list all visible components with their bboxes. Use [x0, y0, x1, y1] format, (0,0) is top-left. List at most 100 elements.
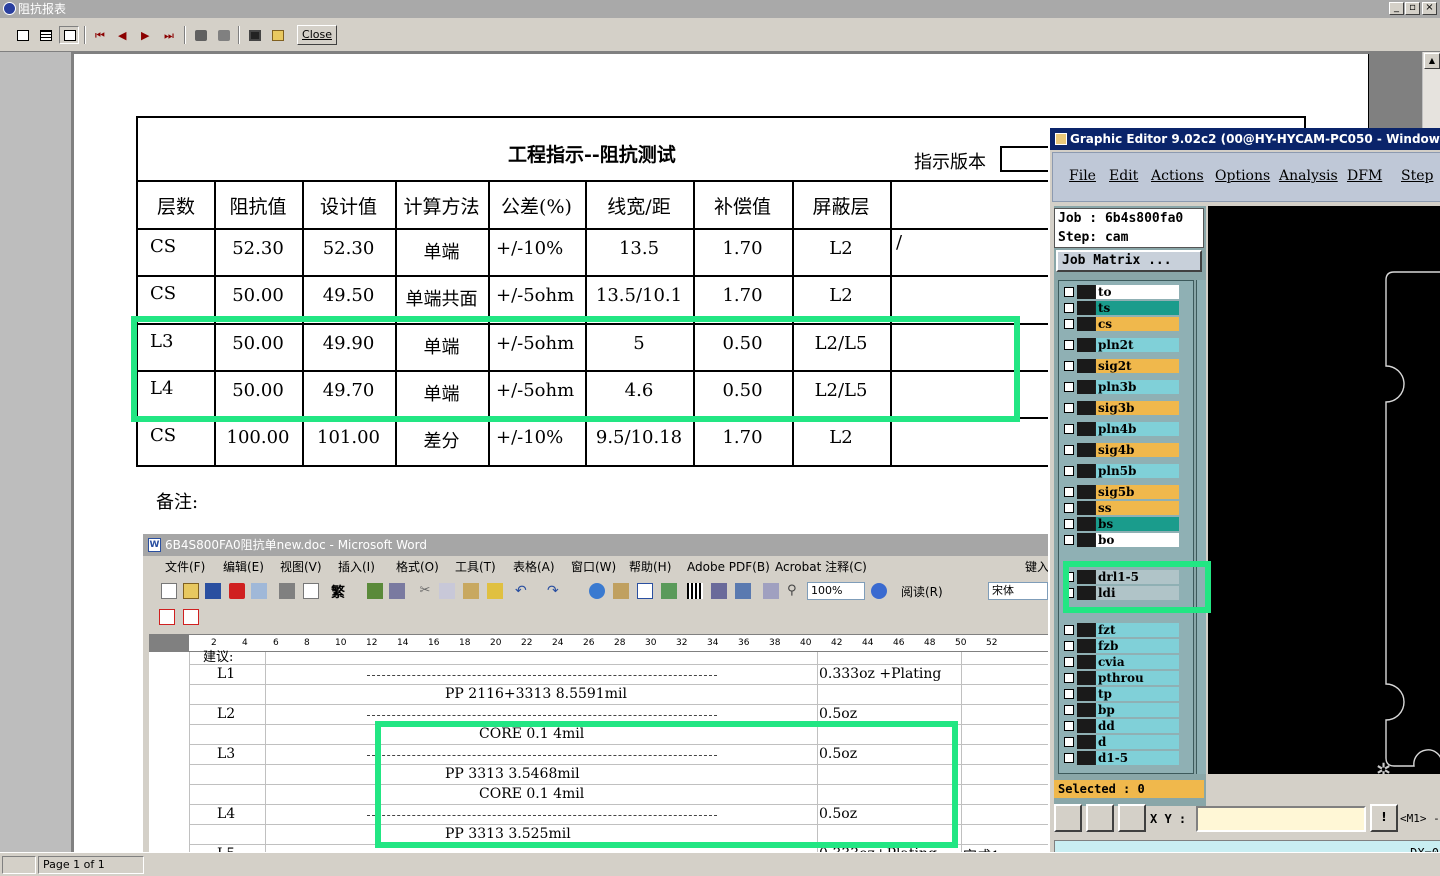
layer-checkbox[interactable]	[1064, 689, 1074, 699]
layer-checkbox[interactable]	[1064, 445, 1074, 455]
layer-checkbox[interactable]	[1064, 303, 1074, 313]
font-select[interactable]: 宋体	[988, 582, 1048, 600]
layer-checkbox[interactable]	[1064, 466, 1074, 476]
prev-page-button[interactable]: ◀	[113, 26, 133, 44]
layer-checkbox[interactable]	[1064, 753, 1074, 763]
layer-row[interactable]: fzt	[1061, 623, 1181, 637]
layer-checkbox[interactable]	[1064, 625, 1074, 635]
layer-row[interactable]: to	[1061, 285, 1181, 299]
layer-row[interactable]: sig3b	[1061, 401, 1181, 415]
grid-icon[interactable]	[1118, 804, 1146, 832]
layer-row[interactable]: d1-5	[1061, 751, 1181, 765]
measure-icon[interactable]	[1086, 804, 1114, 832]
xy-input[interactable]	[1196, 806, 1366, 832]
editor-menu-item[interactable]: Options	[1215, 168, 1270, 184]
word-menu-item[interactable]: 工具(T)	[455, 556, 496, 578]
layer-row[interactable]: pln2t	[1061, 338, 1181, 352]
layer-list-scrollbar[interactable]	[1196, 280, 1206, 774]
layer-row[interactable]: pln3b	[1061, 380, 1181, 394]
word-menu-item[interactable]: Adobe PDF(B)	[687, 556, 770, 578]
print-setup-button[interactable]	[190, 26, 210, 44]
layer-checkbox[interactable]	[1064, 382, 1074, 392]
show-hide-icon[interactable]	[763, 583, 779, 599]
paste-icon[interactable]	[463, 583, 479, 599]
layer-row[interactable]: sig5b	[1061, 485, 1181, 499]
insert-excel-icon[interactable]	[661, 583, 677, 599]
help-icon[interactable]	[871, 583, 887, 599]
redo-icon[interactable]: ↷	[547, 583, 563, 599]
print-button[interactable]	[213, 26, 233, 44]
layer-row[interactable]: bp	[1061, 703, 1181, 717]
layer-checkbox[interactable]	[1064, 641, 1074, 651]
layer-checkbox[interactable]	[1064, 287, 1074, 297]
hyperlink-icon[interactable]	[589, 583, 605, 599]
layer-row[interactable]: pln5b	[1061, 464, 1181, 478]
word-menu-item[interactable]: 文件(F)	[165, 556, 205, 578]
drawing-icon[interactable]	[711, 583, 727, 599]
pin-icon[interactable]: ⚲	[787, 583, 803, 599]
word-menu-item[interactable]: Acrobat 注释(C)	[775, 556, 867, 578]
word-menu-item[interactable]: 键入	[1025, 556, 1049, 578]
layer-checkbox[interactable]	[1064, 657, 1074, 667]
word-menu-item[interactable]: 插入(I)	[338, 556, 375, 578]
convert-pdf-icon[interactable]	[159, 609, 175, 625]
layer-row[interactable]: cvia	[1061, 655, 1181, 669]
layer-row[interactable]: pln4b	[1061, 422, 1181, 436]
zoom-100-button[interactable]	[59, 26, 79, 44]
tables-borders-icon[interactable]	[613, 583, 629, 599]
research-icon[interactable]	[389, 583, 405, 599]
save-icon[interactable]	[205, 583, 221, 599]
first-page-button[interactable]: ⏮	[90, 26, 110, 44]
layer-checkbox[interactable]	[1064, 503, 1074, 513]
convert-pdf-email-icon[interactable]	[183, 609, 199, 625]
layer-checkbox[interactable]	[1064, 519, 1074, 529]
page-width-button[interactable]	[35, 26, 55, 44]
layer-row[interactable]: sig4b	[1061, 443, 1181, 457]
word-menu-item[interactable]: 帮助(H)	[629, 556, 671, 578]
cut-icon[interactable]: ✂	[417, 583, 433, 599]
whole-page-button[interactable]	[12, 26, 32, 44]
print-icon[interactable]	[279, 583, 295, 599]
layer-checkbox[interactable]	[1064, 487, 1074, 497]
read-mode-button[interactable]: 阅读(R)	[901, 583, 943, 600]
layer-row[interactable]: dd	[1061, 719, 1181, 733]
layer-row[interactable]: tp	[1061, 687, 1181, 701]
columns-icon[interactable]	[687, 583, 703, 599]
layer-checkbox[interactable]	[1064, 340, 1074, 350]
zoom-select[interactable]: 100%	[807, 582, 865, 600]
pdf-icon[interactable]	[229, 583, 245, 599]
spelling-icon[interactable]	[367, 583, 383, 599]
open-button[interactable]	[267, 26, 287, 44]
editor-canvas[interactable]: ✲	[1208, 206, 1440, 774]
editor-menu-item[interactable]: Actions	[1151, 168, 1204, 184]
close-window-button[interactable]: ×	[1422, 2, 1437, 15]
editor-menu-item[interactable]: Step	[1401, 168, 1433, 184]
editor-menu-item[interactable]: Analysis	[1279, 168, 1338, 184]
new-doc-icon[interactable]	[161, 583, 177, 599]
alert-icon[interactable]: !	[1370, 804, 1398, 832]
layer-row[interactable]: fzb	[1061, 639, 1181, 653]
word-ruler[interactable]: 2 4 6 8 10 12 14 16 18 20 22 24 26 28 30 32 34 36 38 40 42 44…	[149, 634, 1049, 652]
next-page-button[interactable]: ▶	[136, 26, 156, 44]
document-map-icon[interactable]	[735, 583, 751, 599]
layer-row[interactable]: ts	[1061, 301, 1181, 315]
format-painter-icon[interactable]	[487, 583, 503, 599]
editor-menu-item[interactable]: DFM	[1347, 168, 1382, 184]
open-folder-icon[interactable]	[183, 583, 199, 599]
layer-checkbox[interactable]	[1064, 361, 1074, 371]
traditional-chinese-button[interactable]: 繁	[331, 582, 345, 602]
copy-icon[interactable]	[439, 583, 455, 599]
undo-icon[interactable]: ↶	[515, 583, 531, 599]
zoom-area-icon[interactable]	[1054, 804, 1082, 832]
word-menu-item[interactable]: 窗口(W)	[571, 556, 616, 578]
layer-checkbox[interactable]	[1064, 535, 1074, 545]
layer-row[interactable]: cs	[1061, 317, 1181, 331]
layer-checkbox[interactable]	[1064, 721, 1074, 731]
maximize-button[interactable]: ▫	[1405, 2, 1420, 15]
layer-row[interactable]: d	[1061, 735, 1181, 749]
insert-table-icon[interactable]	[637, 583, 653, 599]
editor-menu-item[interactable]: Edit	[1109, 168, 1138, 184]
layer-checkbox[interactable]	[1064, 403, 1074, 413]
layer-checkbox[interactable]	[1064, 673, 1074, 683]
word-menu-item[interactable]: 表格(A)	[513, 556, 555, 578]
